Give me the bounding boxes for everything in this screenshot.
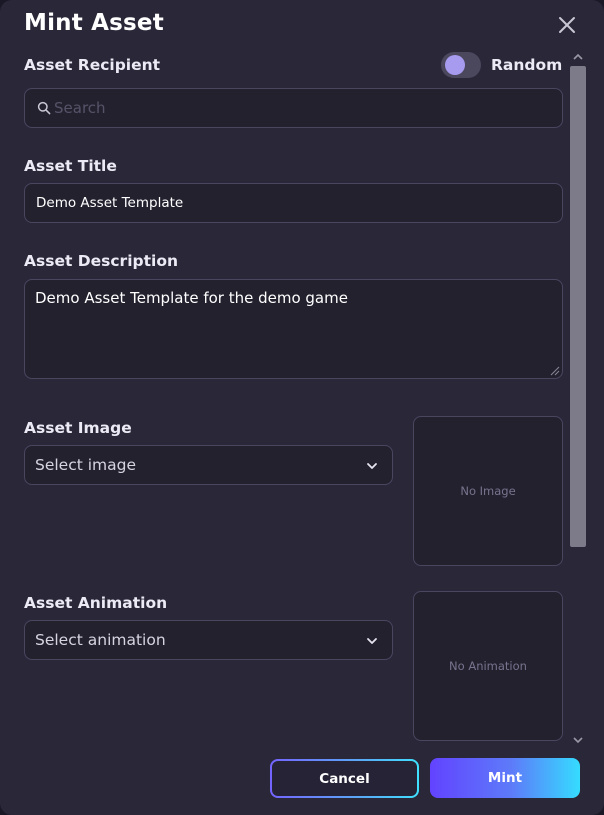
- cancel-button-label: Cancel: [272, 761, 417, 796]
- recipient-label: Asset Recipient: [24, 56, 161, 74]
- asset-title-label: Asset Title: [24, 157, 117, 175]
- asset-image-select[interactable]: Select image: [24, 445, 393, 485]
- scroll-up-icon[interactable]: [572, 52, 584, 62]
- asset-animation-select[interactable]: Select animation: [24, 620, 393, 660]
- random-toggle-label: Random: [491, 56, 563, 74]
- recipient-search-input[interactable]: Search: [24, 88, 563, 128]
- mint-button[interactable]: Mint: [430, 758, 580, 798]
- no-image-text: No Image: [460, 484, 516, 498]
- scroll-down-icon[interactable]: [572, 735, 584, 745]
- no-animation-text: No Animation: [449, 659, 527, 673]
- search-icon: [37, 101, 51, 115]
- modal-title: Mint Asset: [24, 10, 164, 36]
- asset-description-label: Asset Description: [24, 252, 179, 270]
- asset-image-label: Asset Image: [24, 419, 132, 437]
- search-placeholder: Search: [54, 99, 106, 117]
- scrollbar-thumb[interactable]: [570, 66, 586, 547]
- random-toggle[interactable]: [441, 52, 481, 78]
- asset-image-selected: Select image: [35, 456, 137, 474]
- toggle-knob: [445, 55, 465, 75]
- cancel-button[interactable]: Cancel: [270, 759, 419, 798]
- asset-description-textarea[interactable]: Demo Asset Template for the demo game: [24, 279, 563, 379]
- close-icon[interactable]: [556, 14, 578, 36]
- mint-asset-modal: Mint Asset Asset Recipient Random Search…: [0, 0, 604, 815]
- asset-animation-selected: Select animation: [35, 631, 166, 649]
- resize-handle-icon[interactable]: [548, 364, 560, 376]
- asset-title-input[interactable]: Demo Asset Template: [24, 183, 563, 223]
- chevron-down-icon: [367, 463, 377, 469]
- asset-description-value: Demo Asset Template for the demo game: [35, 289, 348, 307]
- asset-title-value: Demo Asset Template: [36, 195, 184, 211]
- chevron-down-icon: [367, 638, 377, 644]
- asset-animation-preview: No Animation: [413, 591, 563, 741]
- asset-animation-label: Asset Animation: [24, 594, 168, 612]
- asset-image-preview: No Image: [413, 416, 563, 566]
